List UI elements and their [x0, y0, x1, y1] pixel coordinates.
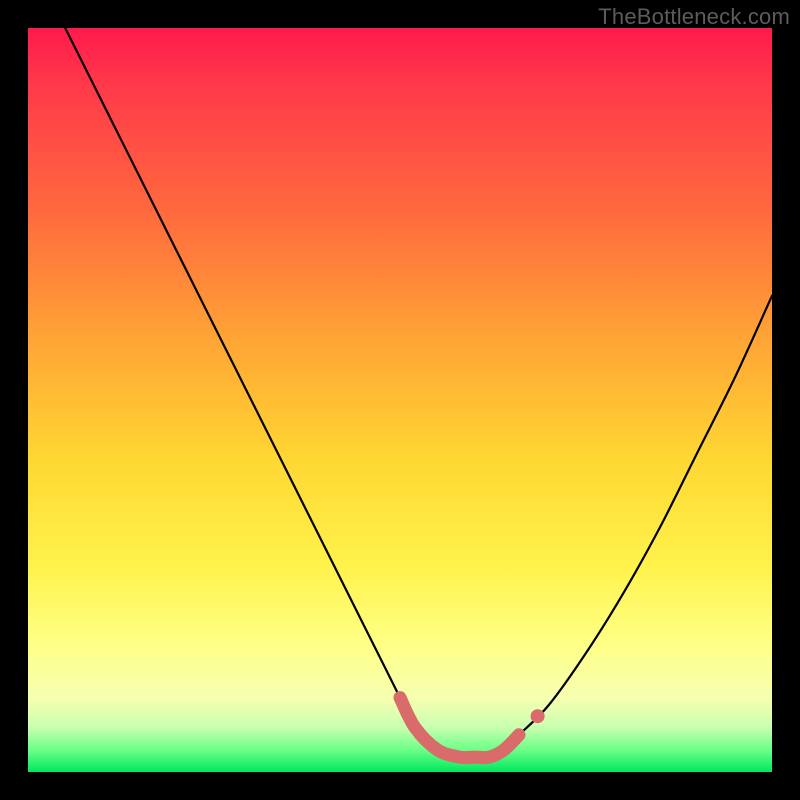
watermark-text: TheBottleneck.com: [598, 4, 790, 30]
curve-path: [28, 0, 772, 758]
curve-highlight-dot: [531, 709, 545, 723]
bottleneck-curve: [28, 28, 772, 772]
curve-highlight: [400, 698, 519, 758]
outer-frame: TheBottleneck.com: [0, 0, 800, 800]
plot-area: [28, 28, 772, 772]
